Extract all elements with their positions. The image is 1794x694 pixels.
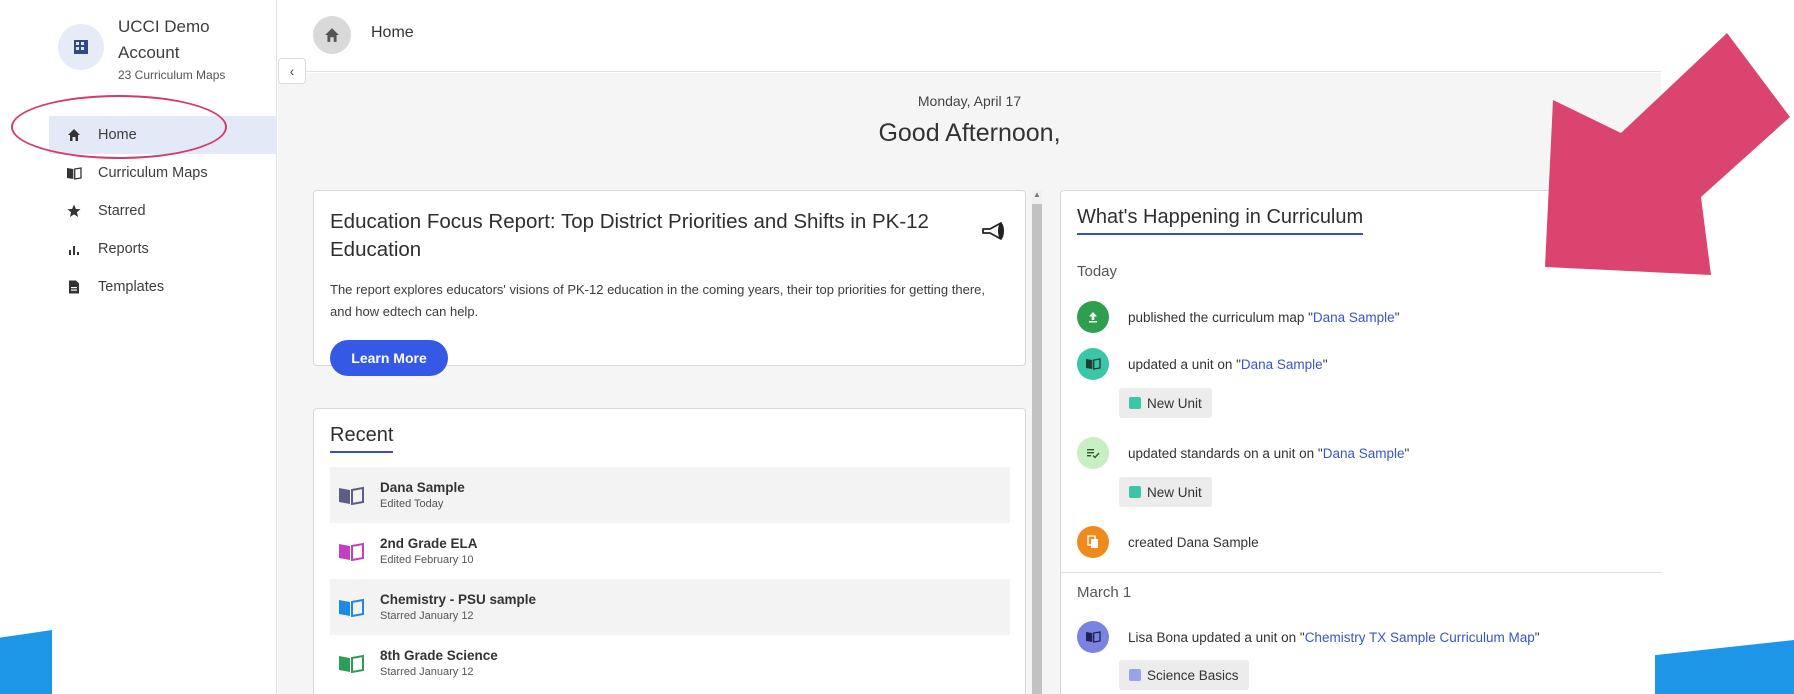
- unit-color-swatch: [1129, 397, 1141, 409]
- main-content: Monday, April 17 Good Afternoon, Educati…: [278, 73, 1662, 694]
- list-item-title: 8th Grade Science: [380, 648, 498, 663]
- sidebar-item-label: Home: [98, 127, 137, 143]
- sidebar-item-reports[interactable]: Reports: [49, 230, 277, 268]
- book-icon: [339, 486, 364, 505]
- focus-report-description: The report explores educators' visions o…: [330, 282, 985, 319]
- account-switcher[interactable]: UCCI Demo Account 23 Curriculum Maps: [58, 14, 228, 82]
- list-item-subtitle: Starred January 12: [380, 610, 474, 622]
- book-icon: [1077, 348, 1109, 380]
- feed-day-label: Today: [1077, 263, 1118, 280]
- feed-item: updated standards on a unit on "Dana Sam…: [1077, 437, 1409, 469]
- bar-chart-icon: [66, 241, 82, 257]
- building-icon: [58, 24, 104, 70]
- curriculum-map-link[interactable]: Dana Sample: [1323, 446, 1405, 461]
- decorative-shape: [0, 630, 52, 694]
- list-item[interactable]: 2nd Grade ELA Edited February 10: [330, 523, 1010, 579]
- unit-chip[interactable]: Science Basics: [1119, 660, 1249, 690]
- unit-chip[interactable]: New Unit: [1119, 477, 1212, 507]
- sidebar-item-label: Curriculum Maps: [98, 165, 208, 181]
- list-item-title: Chemistry - PSU sample: [380, 592, 537, 607]
- home-icon[interactable]: [313, 16, 351, 54]
- star-icon: [66, 203, 82, 219]
- recent-card: Recent Dana Sample Edited Today 2nd Grade…: [313, 408, 1026, 694]
- activity-feed-card: What's Happening in Curriculum Today pub…: [1060, 190, 1662, 694]
- decorative-shape: [1655, 640, 1794, 694]
- unit-chip[interactable]: New Unit: [1119, 388, 1212, 418]
- list-item-subtitle: Edited February 10: [380, 554, 474, 566]
- unit-color-swatch: [1129, 669, 1141, 681]
- divider: [1061, 572, 1662, 573]
- book-icon: [339, 542, 364, 561]
- feed-item-text: published the curriculum map "Dana Sampl…: [1128, 309, 1400, 325]
- book-icon: [66, 165, 82, 181]
- account-name: UCCI Demo Account: [118, 17, 210, 62]
- top-bar: Home: [278, 0, 1661, 72]
- page-title: Home: [371, 24, 414, 41]
- feed-item: updated a unit on "Dana Sample": [1077, 348, 1328, 380]
- curriculum-map-link[interactable]: Dana Sample: [1241, 357, 1323, 372]
- list-item[interactable]: Dana Sample Edited Today: [330, 467, 1010, 523]
- feed-item-text: created Dana Sample: [1128, 534, 1259, 550]
- sidebar-item-label: Reports: [98, 241, 149, 257]
- home-icon: [66, 127, 82, 143]
- feed-item: created Dana Sample: [1077, 526, 1259, 558]
- feed-item: published the curriculum map "Dana Sampl…: [1077, 301, 1400, 333]
- list-item-subtitle: Edited Today: [380, 498, 444, 510]
- sidebar-item-starred[interactable]: Starred: [49, 192, 277, 230]
- sidebar-nav: Home Curriculum Maps Starred Reports Tem…: [49, 116, 277, 306]
- list-item-title: 2nd Grade ELA: [380, 536, 478, 551]
- book-icon: [339, 654, 364, 673]
- greeting-text: Good Afternoon,: [878, 119, 1061, 147]
- scroll-up-icon[interactable]: ▲: [1033, 190, 1041, 199]
- sidebar-item-curriculum-maps[interactable]: Curriculum Maps: [49, 154, 277, 192]
- collapse-sidebar-button[interactable]: ‹: [278, 58, 306, 84]
- feed-item-text: Lisa Bona updated a unit on "Chemistry T…: [1128, 629, 1540, 645]
- unit-color-swatch: [1129, 486, 1141, 498]
- curriculum-map-link[interactable]: Dana Sample: [1313, 310, 1395, 325]
- activity-feed-title: What's Happening in Curriculum: [1077, 206, 1364, 235]
- list-item-title: Dana Sample: [380, 480, 465, 495]
- upload-icon: [1077, 301, 1109, 333]
- list-item[interactable]: 8th Grade Science Starred January 12: [330, 635, 1010, 691]
- sidebar-item-label: Starred: [98, 203, 146, 219]
- feed-item-text: updated standards on a unit on "Dana Sam…: [1128, 445, 1410, 461]
- list-item[interactable]: Chemistry - PSU sample Starred January 12: [330, 579, 1010, 635]
- account-subtitle: 23 Curriculum Maps: [118, 68, 226, 82]
- sidebar-item-label: Templates: [98, 279, 165, 295]
- recent-list: Dana Sample Edited Today 2nd Grade ELA Edi…: [330, 467, 1010, 691]
- greeting-date: Monday, April 17: [917, 93, 1022, 109]
- feed-day-label: March 1: [1077, 584, 1132, 601]
- list-check-icon: [1077, 437, 1109, 469]
- list-item-subtitle: Starred January 12: [380, 666, 474, 678]
- curriculum-map-link[interactable]: Chemistry TX Sample Curriculum Map: [1305, 630, 1535, 645]
- recent-title: Recent: [330, 424, 394, 453]
- sidebar: UCCI Demo Account 23 Curriculum Maps Hom…: [0, 0, 277, 694]
- document-icon: [66, 279, 82, 295]
- megaphone-icon: [981, 221, 1007, 246]
- chevron-left-icon: ‹: [289, 63, 295, 79]
- focus-report-title: Education Focus Report: Top District Pri…: [330, 210, 929, 261]
- sidebar-item-templates[interactable]: Templates: [49, 268, 277, 306]
- book-icon: [339, 598, 364, 617]
- feed-item-text: updated a unit on "Dana Sample": [1128, 356, 1328, 372]
- focus-report-card: Education Focus Report: Top District Pri…: [313, 190, 1026, 376]
- book-icon: [1077, 621, 1109, 653]
- scrollbar[interactable]: ▲: [1032, 190, 1042, 694]
- sidebar-item-home[interactable]: Home: [49, 116, 277, 154]
- copy-icon: [1077, 526, 1109, 558]
- feed-item: Lisa Bona updated a unit on "Chemistry T…: [1077, 621, 1540, 653]
- learn-more-button[interactable]: Learn More: [330, 340, 448, 376]
- scrollbar-thumb[interactable]: [1032, 204, 1042, 694]
